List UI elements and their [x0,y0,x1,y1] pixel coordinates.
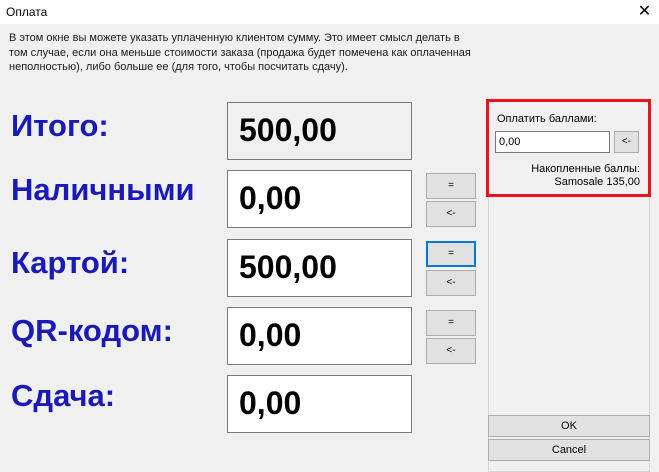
qr-value: 0,00 [239,317,302,353]
total-field: 500,00 [227,102,412,160]
cancel-button[interactable]: Cancel [488,439,650,461]
card-value: 500,00 [239,249,337,285]
qr-label: QR-кодом: [11,313,173,348]
cash-back-button[interactable]: <- [426,201,476,227]
cash-input[interactable]: 0,00 [227,170,412,228]
qr-fill-button[interactable]: = [426,310,476,336]
card-back-button[interactable]: <- [426,270,476,296]
change-label: Сдача: [11,378,116,413]
points-highlight-frame [486,99,651,197]
ok-button[interactable]: OK [488,415,650,437]
title-bar: Оплата ✕ [0,0,659,24]
card-label: Картой: [11,245,130,280]
change-value: 0,00 [239,385,302,421]
total-label: Итого: [11,108,109,143]
cash-fill-button[interactable]: = [426,173,476,199]
card-input[interactable]: 500,00 [227,239,412,297]
cash-label: Наличными [11,172,195,207]
qr-input[interactable]: 0,00 [227,307,412,365]
window-title: Оплата [6,5,48,19]
total-value: 500,00 [239,112,337,148]
card-fill-button[interactable]: = [426,241,476,267]
close-icon[interactable]: ✕ [630,0,659,24]
cash-value: 0,00 [239,180,302,216]
qr-back-button[interactable]: <- [426,338,476,364]
description-text: В этом окне вы можете указать уплаченную… [9,32,471,73]
change-field: 0,00 [227,375,412,433]
